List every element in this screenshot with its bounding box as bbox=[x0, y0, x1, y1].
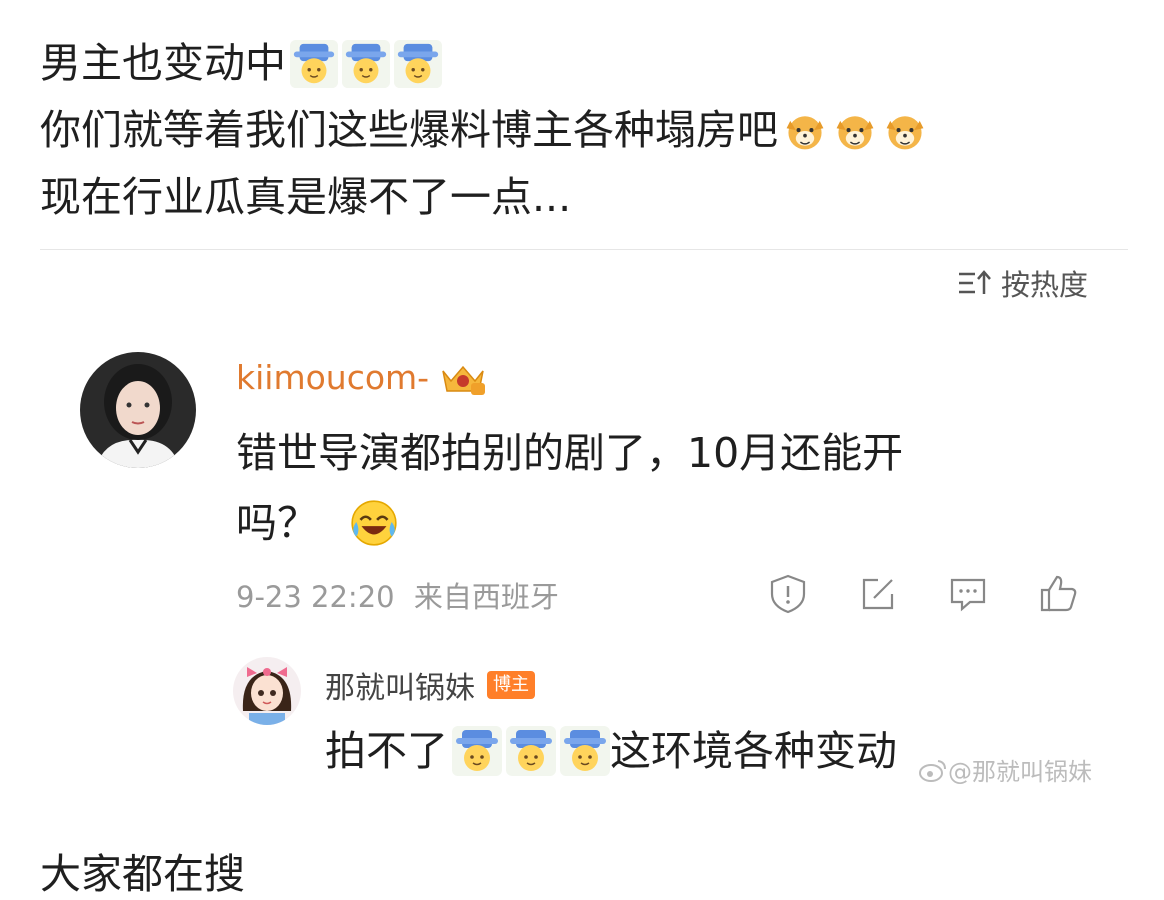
baby-emoji-icon bbox=[342, 40, 390, 88]
comment-meta: 9-23 22:20 来自西班牙 bbox=[236, 574, 559, 616]
like-icon[interactable] bbox=[1036, 572, 1080, 616]
baby-emoji-icon bbox=[506, 726, 556, 776]
comment-text-line-2: 吗？ bbox=[236, 499, 318, 547]
vip-crown-icon bbox=[442, 365, 486, 395]
blogger-badge: 博主 bbox=[487, 671, 535, 699]
sort-label: 按热度 bbox=[1000, 268, 1088, 302]
sort-icon bbox=[958, 270, 991, 294]
post-line-2: 你们就等着我们这些爆料博主各种塌房吧 bbox=[40, 97, 1140, 164]
share-icon[interactable] bbox=[856, 572, 900, 616]
watermark-text: @那就叫锅妹 bbox=[948, 758, 1092, 786]
post-text-1: 男主也变动中 bbox=[40, 39, 286, 87]
reply-author[interactable]: 那就叫锅妹 博主 bbox=[325, 663, 535, 707]
post-line-3: 现在行业瓜真是爆不了一点... bbox=[40, 164, 1140, 231]
avatar[interactable] bbox=[80, 352, 196, 468]
baby-emoji-icon bbox=[452, 726, 502, 776]
reply-text: 拍不了 这环境各种变动 bbox=[325, 721, 897, 781]
comment-location: 来自西班牙 bbox=[413, 580, 559, 614]
sort-button[interactable]: 按热度 bbox=[957, 262, 1088, 304]
reply-text-before: 拍不了 bbox=[325, 727, 448, 775]
comment-text-line-2-row: 吗？ bbox=[236, 488, 1096, 558]
post-text-2: 你们就等着我们这些爆料博主各种塌房吧 bbox=[40, 106, 778, 154]
reply-username: 那就叫锅妹 bbox=[325, 671, 475, 706]
dog-emoji-icon bbox=[882, 108, 928, 154]
baby-emoji-icon bbox=[394, 40, 442, 88]
comment-author[interactable]: kiimoucom- bbox=[236, 358, 489, 397]
baby-emoji-icon bbox=[290, 40, 338, 88]
dog-emoji-icon bbox=[832, 108, 878, 154]
dog-emoji-icon bbox=[782, 108, 828, 154]
baby-emoji-icon bbox=[560, 726, 610, 776]
trending-section-title: 大家都在搜 bbox=[40, 850, 245, 898]
reply-text-after: 这环境各种变动 bbox=[610, 727, 897, 775]
watermark: @那就叫锅妹 bbox=[918, 752, 1092, 787]
comment-actions bbox=[766, 572, 1080, 616]
comment-username: kiimoucom- bbox=[236, 358, 430, 397]
comment-text: 错世导演都拍别的剧了，10月还能开 吗？ bbox=[236, 418, 1096, 558]
comment-text-line-1: 错世导演都拍别的剧了，10月还能开 bbox=[236, 429, 904, 477]
comment-icon[interactable] bbox=[946, 572, 990, 616]
weibo-logo-icon bbox=[919, 759, 946, 782]
divider bbox=[40, 249, 1128, 250]
avatar[interactable] bbox=[233, 657, 301, 725]
post-content: 男主也变动中 你们就等着我们这些爆料博主各种塌房吧 现在行业瓜真是爆不了一点..… bbox=[40, 30, 1140, 231]
comment-timestamp: 9-23 22:20 bbox=[236, 580, 395, 614]
post-line-1: 男主也变动中 bbox=[40, 30, 1140, 97]
report-icon[interactable] bbox=[766, 572, 810, 616]
laugh-cry-emoji-icon bbox=[348, 497, 400, 549]
post-text-3: 现在行业瓜真是爆不了一点... bbox=[40, 173, 572, 221]
